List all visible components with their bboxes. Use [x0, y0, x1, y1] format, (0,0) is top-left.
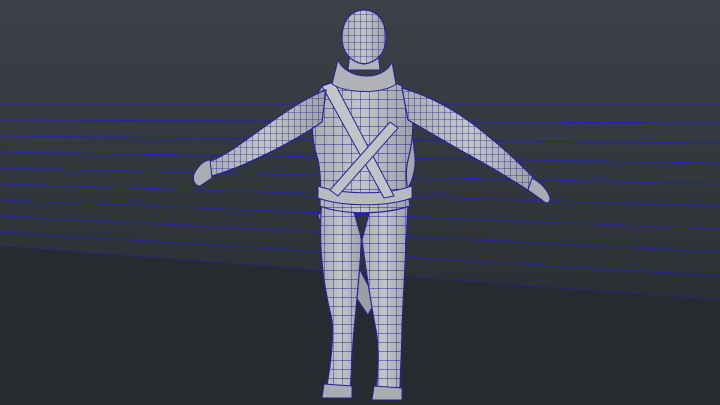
- head-wire: [342, 10, 386, 64]
- viewport-canvas[interactable]: [0, 0, 720, 405]
- 3d-viewport[interactable]: [0, 0, 720, 405]
- right-foot: [371, 385, 403, 401]
- left-foot: [321, 383, 353, 399]
